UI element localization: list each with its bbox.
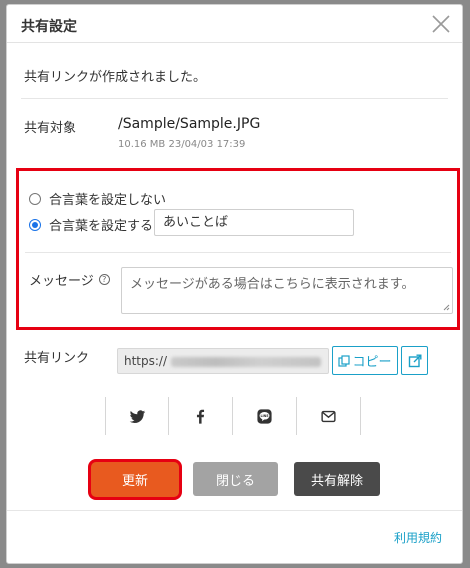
line-share-button[interactable]: LINE	[233, 397, 297, 435]
message-textarea[interactable]: メッセージがある場合はこちらに表示されます。	[121, 267, 453, 314]
copy-icon	[338, 354, 351, 367]
created-message: 共有リンクが作成されました。	[24, 70, 207, 85]
radio-button[interactable]	[29, 192, 41, 205]
share-settings-dialog: 共有設定 共有リンクが作成されました。 共有対象 /Sample/Sample.…	[6, 4, 463, 564]
password-input[interactable]: あいことば	[154, 209, 354, 236]
message-label: メッセージ	[29, 274, 94, 289]
share-link-redacted	[171, 356, 322, 367]
close-button[interactable]: 閉じる	[193, 462, 278, 496]
target-path: /Sample/Sample.JPG	[118, 116, 261, 132]
password-message-section: 合言葉を設定しない 合言葉を設定する あいことば メッセージ ? メッセージがあ…	[16, 168, 460, 330]
radio-set-password-label: 合言葉を設定する	[49, 219, 154, 234]
open-link-button[interactable]	[401, 346, 428, 375]
dialog-header: 共有設定	[7, 5, 462, 43]
divider	[25, 252, 451, 253]
target-label: 共有対象	[24, 121, 77, 136]
share-link-field[interactable]: https://	[117, 348, 329, 374]
update-button[interactable]: 更新	[91, 462, 179, 497]
radio-no-password[interactable]: 合言葉を設定しない	[29, 189, 166, 208]
twitter-icon	[129, 409, 145, 423]
divider	[7, 510, 462, 511]
resize-grip-icon[interactable]	[443, 304, 450, 311]
facebook-icon	[196, 409, 205, 424]
close-icon[interactable]	[430, 13, 452, 35]
radio-no-password-label: 合言葉を設定しない	[49, 193, 167, 208]
copy-button-label: コピー	[352, 355, 392, 370]
svg-text:LINE: LINE	[260, 414, 268, 418]
unshare-button[interactable]: 共有解除	[294, 462, 380, 496]
target-meta: 10.16 MB 23/04/03 17:39	[118, 139, 246, 150]
mail-icon	[321, 410, 336, 422]
terms-of-use-link[interactable]: 利用規約	[394, 529, 442, 546]
radio-set-password[interactable]: 合言葉を設定する	[29, 215, 153, 234]
share-link-label: 共有リンク	[24, 351, 90, 366]
line-icon: LINE	[257, 408, 272, 424]
facebook-share-button[interactable]	[169, 397, 233, 435]
copy-button[interactable]: コピー	[332, 346, 398, 375]
message-placeholder: メッセージがある場合はこちらに表示されます。	[130, 277, 415, 292]
divider	[21, 98, 448, 99]
social-share-row: LINE	[105, 397, 361, 435]
radio-button-checked[interactable]	[29, 218, 41, 231]
question-circle-icon[interactable]: ?	[98, 274, 110, 285]
external-link-icon	[408, 354, 421, 367]
mail-share-button[interactable]	[297, 397, 361, 435]
share-link-prefix: https://	[124, 354, 168, 368]
message-label-group: メッセージ ?	[29, 270, 110, 289]
dialog-title: 共有設定	[21, 19, 77, 35]
twitter-share-button[interactable]	[105, 397, 169, 435]
